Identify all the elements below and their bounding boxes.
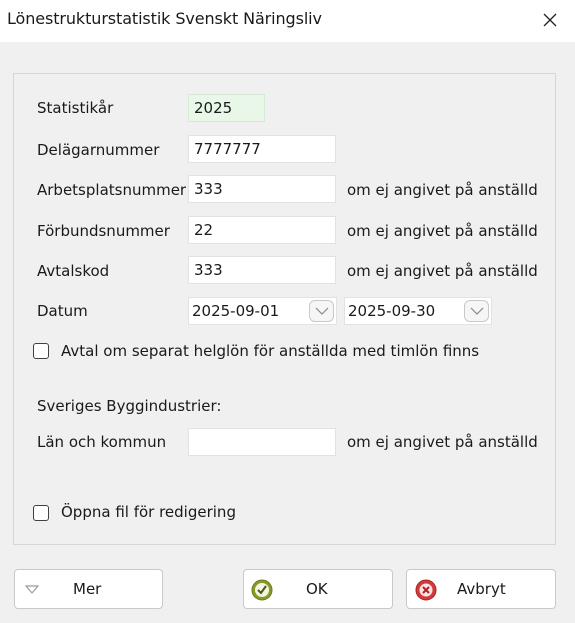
lan-kommun-note: om ej angivet på anställd	[347, 433, 538, 451]
close-button[interactable]	[525, 0, 575, 40]
oppna-fil-checkbox[interactable]	[33, 505, 49, 521]
datum-to-value: 2025-09-30	[348, 302, 436, 320]
forbundsnummer-field[interactable]: 22	[188, 216, 336, 244]
arbetsplatsnummer-field[interactable]: 333	[188, 175, 336, 203]
arbetsplatsnummer-label: Arbetsplatsnummer	[37, 181, 187, 199]
delagarnummer-label: Delägarnummer	[37, 141, 160, 159]
statistikar-field[interactable]: 2025	[188, 94, 265, 122]
avtalskod-label: Avtalskod	[37, 262, 110, 280]
datum-to-picker[interactable]: 2025-09-30	[344, 297, 492, 325]
forbundsnummer-note: om ej angivet på anställd	[347, 222, 538, 240]
datum-from-picker[interactable]: 2025-09-01	[188, 297, 337, 325]
triangle-down-icon	[25, 585, 39, 594]
chevron-down-icon	[470, 307, 483, 315]
lan-kommun-field[interactable]	[188, 428, 336, 456]
ok-button-label: OK	[306, 580, 328, 598]
title-bar: Lönestrukturstatistik Svenskt Näringsliv	[0, 0, 575, 42]
avtalskod-field[interactable]: 333	[188, 256, 336, 284]
cancel-circle-icon	[415, 579, 437, 601]
lan-kommun-label: Län och kommun	[37, 433, 167, 451]
close-icon	[543, 13, 557, 27]
mer-button-label: Mer	[73, 580, 102, 598]
datum-from-dropdown-button[interactable]	[309, 300, 334, 322]
avbryt-button[interactable]: Avbryt	[406, 569, 556, 609]
window-title: Lönestrukturstatistik Svenskt Näringsliv	[7, 9, 322, 28]
avbryt-button-label: Avbryt	[457, 580, 506, 598]
ok-button[interactable]: OK	[243, 569, 393, 609]
delagarnummer-field[interactable]: 7777777	[188, 135, 336, 163]
avtalskod-note: om ej angivet på anställd	[347, 262, 538, 280]
mer-button[interactable]: Mer	[14, 569, 163, 609]
arbetsplatsnummer-note: om ej angivet på anställd	[347, 181, 538, 199]
datum-label: Datum	[37, 302, 88, 320]
helglon-label[interactable]: Avtal om separat helglön för anställda m…	[61, 342, 479, 360]
datum-from-value: 2025-09-01	[192, 302, 280, 320]
sveriges-byggindustrier-heading: Sveriges Byggindustrier:	[37, 397, 222, 415]
forbundsnummer-label: Förbundsnummer	[37, 222, 170, 240]
oppna-fil-label[interactable]: Öppna fil för redigering	[61, 503, 236, 521]
chevron-down-icon	[315, 307, 328, 315]
statistikar-label: Statistikår	[37, 99, 114, 117]
datum-to-dropdown-button[interactable]	[464, 300, 489, 322]
check-circle-icon	[251, 579, 273, 601]
helglon-checkbox[interactable]	[33, 343, 49, 359]
